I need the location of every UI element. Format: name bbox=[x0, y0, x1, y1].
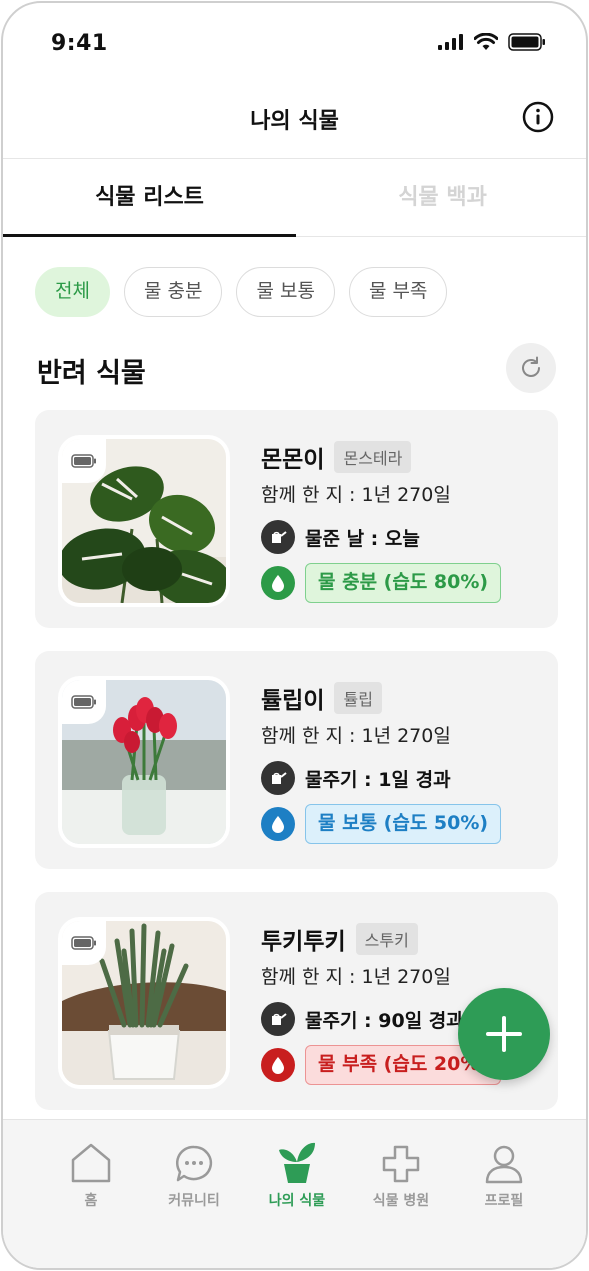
watering-info: 물준 날 : 오늘 bbox=[305, 527, 420, 550]
watering-can-icon bbox=[261, 761, 295, 795]
watering-row: 물주기 : 90일 경과 bbox=[261, 1002, 464, 1036]
info-button[interactable] bbox=[522, 101, 554, 133]
plant-name-row: 튤립이 튤립 bbox=[261, 681, 382, 715]
watering-can-icon bbox=[261, 520, 295, 554]
wifi-icon bbox=[474, 33, 498, 50]
plant-name: 몬몬이 bbox=[261, 447, 325, 473]
nav-label: 홈 bbox=[84, 1193, 98, 1209]
watering-can-icon bbox=[261, 1002, 295, 1036]
nav-label: 식물 병원 bbox=[372, 1193, 430, 1209]
nav-item-home[interactable]: 홈 bbox=[41, 1140, 141, 1210]
chat-icon bbox=[175, 1145, 213, 1182]
filter-chip-water-normal[interactable]: 물 보통 bbox=[236, 267, 335, 317]
add-plant-button[interactable] bbox=[458, 988, 550, 1080]
moisture-status-row: 물 충분 (습도 80%) bbox=[261, 563, 502, 603]
moisture-badge: 물 충분 (습도 80%) bbox=[305, 563, 502, 603]
status-time: 9:41 bbox=[51, 31, 108, 56]
device-battery-badge bbox=[62, 439, 106, 483]
moisture-status-row: 물 보통 (습도 50%) bbox=[261, 804, 502, 844]
plant-name-row: 투키투키 스투키 bbox=[261, 922, 418, 956]
nav-item-plant-hospital[interactable]: 식물 병원 bbox=[351, 1140, 451, 1210]
nav-item-community[interactable]: 커뮤니티 bbox=[144, 1140, 244, 1210]
together-duration: 함께 한 지 : 1년 270일 bbox=[261, 966, 451, 988]
filter-chip-water-enough[interactable]: 물 충분 bbox=[123, 267, 223, 317]
battery-icon bbox=[71, 695, 96, 709]
page-title: 나의 식물 bbox=[250, 109, 339, 134]
device-battery-badge bbox=[62, 680, 106, 724]
plant-card[interactable]: 몬몬이 몬스테라 함께 한 지 : 1년 270일 물준 날 : 오늘 물 충분… bbox=[35, 410, 558, 628]
nav-label: 프로필 bbox=[484, 1193, 524, 1209]
nav-item-profile[interactable]: 프로필 bbox=[454, 1140, 554, 1210]
water-drop-icon bbox=[261, 807, 295, 841]
device-battery-badge bbox=[62, 921, 106, 965]
plant-name-row: 몬몬이 몬스테라 bbox=[261, 440, 412, 474]
watering-info: 물주기 : 90일 경과 bbox=[305, 1009, 464, 1032]
user-icon bbox=[485, 1145, 523, 1184]
watering-row: 물주기 : 1일 경과 bbox=[261, 761, 451, 795]
tab-plant-encyclopedia[interactable]: 식물 백과 bbox=[296, 159, 586, 237]
info-icon bbox=[522, 101, 554, 133]
nav-item-my-plants[interactable]: 나의 식물 bbox=[247, 1140, 347, 1210]
phone-frame: 9:41 나의 식물 식물 리스트 식물 백과 전체 물 충분 물 보통 물 부… bbox=[1, 1, 588, 1270]
top-app-bar: 나의 식물 bbox=[3, 83, 586, 159]
status-bar: 9:41 bbox=[3, 3, 586, 83]
species-tag: 몬스테라 bbox=[334, 441, 412, 473]
plant-photo-tulip bbox=[58, 676, 230, 848]
tab-plant-list[interactable]: 식물 리스트 bbox=[3, 159, 296, 237]
battery-icon bbox=[71, 454, 96, 468]
plus-icon bbox=[486, 1016, 522, 1052]
cross-icon bbox=[382, 1145, 420, 1183]
refresh-icon bbox=[522, 356, 540, 377]
watering-info: 물주기 : 1일 경과 bbox=[305, 768, 451, 791]
status-icons bbox=[438, 33, 546, 51]
refresh-button[interactable] bbox=[506, 343, 556, 393]
section-title: 반려 식물 bbox=[37, 358, 146, 389]
filter-chip-water-low[interactable]: 물 부족 bbox=[348, 267, 448, 317]
signal-icon bbox=[438, 34, 463, 50]
battery-icon bbox=[508, 33, 545, 51]
plant-photo-monstera bbox=[58, 435, 230, 607]
tab-bar: 식물 리스트 식물 백과 bbox=[3, 159, 586, 237]
filter-chips: 전체 물 충분 물 보통 물 부족 bbox=[35, 267, 448, 317]
water-drop-icon bbox=[261, 566, 295, 600]
plant-icon bbox=[279, 1142, 315, 1183]
bottom-nav: 홈 커뮤니티 나의 식물 식물 병원 프로필 bbox=[3, 1119, 586, 1268]
plant-card[interactable]: 튤립이 튤립 함께 한 지 : 1년 270일 물주기 : 1일 경과 물 보통… bbox=[35, 651, 558, 869]
plant-photo-stucky bbox=[58, 917, 230, 1089]
home-icon bbox=[71, 1143, 111, 1183]
filter-chip-all[interactable]: 전체 bbox=[35, 267, 110, 317]
nav-label: 커뮤니티 bbox=[168, 1193, 220, 1209]
together-duration: 함께 한 지 : 1년 270일 bbox=[261, 725, 451, 747]
plant-name: 투키투키 bbox=[261, 929, 346, 955]
together-duration: 함께 한 지 : 1년 270일 bbox=[261, 484, 451, 506]
water-drop-icon bbox=[261, 1048, 295, 1082]
battery-icon bbox=[71, 936, 96, 950]
species-tag: 튤립 bbox=[334, 682, 382, 714]
nav-label: 나의 식물 bbox=[268, 1193, 326, 1209]
plant-name: 튤립이 bbox=[261, 688, 325, 714]
watering-row: 물준 날 : 오늘 bbox=[261, 520, 420, 554]
moisture-badge: 물 보통 (습도 50%) bbox=[305, 804, 502, 844]
species-tag: 스투키 bbox=[355, 923, 418, 955]
